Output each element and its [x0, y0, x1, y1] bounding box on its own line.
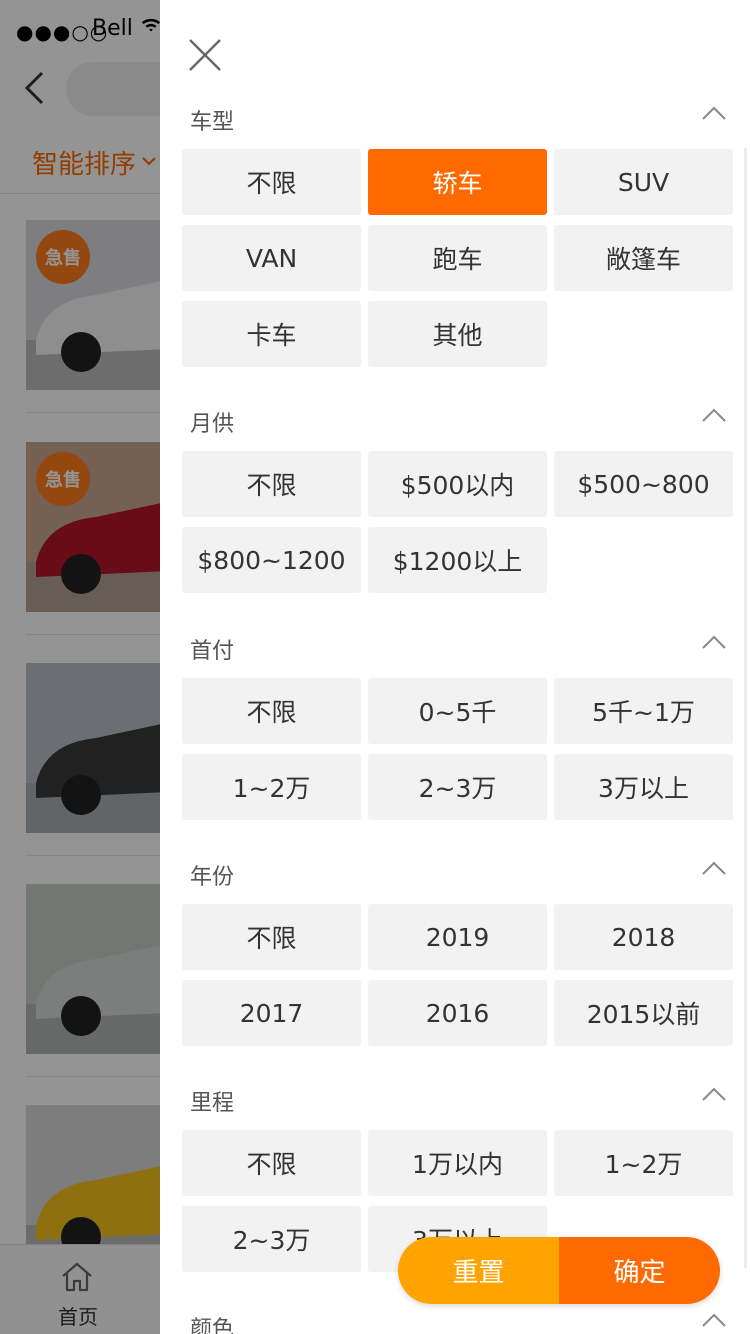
chevron-up-icon[interactable]: [702, 861, 726, 875]
filter-option[interactable]: 2017: [182, 980, 361, 1046]
filter-option[interactable]: $800~1200: [182, 527, 361, 593]
chevron-up-icon[interactable]: [702, 106, 726, 120]
filter-option[interactable]: 1~2万: [182, 754, 361, 820]
filter-option[interactable]: 卡车: [182, 301, 361, 367]
filter-option[interactable]: 敞篷车: [554, 225, 733, 291]
filter-actions: 重置 确定: [398, 1237, 720, 1304]
filter-option[interactable]: 不限: [182, 1130, 361, 1196]
filter-section-title: 首付: [190, 639, 235, 664]
reset-button[interactable]: 重置: [398, 1237, 559, 1304]
chevron-up-icon[interactable]: [702, 635, 726, 649]
filter-option[interactable]: 0~5千: [368, 678, 547, 744]
filter-section-title: 里程: [190, 1091, 235, 1116]
filter-option[interactable]: 3万以上: [554, 754, 733, 820]
filter-section-title: 年份: [190, 865, 235, 890]
filter-option[interactable]: 轿车: [368, 149, 547, 215]
filter-option[interactable]: 不限: [182, 149, 361, 215]
filter-option[interactable]: 2018: [554, 904, 733, 970]
confirm-button[interactable]: 确定: [559, 1237, 720, 1304]
filter-option[interactable]: SUV: [554, 149, 733, 215]
filter-option[interactable]: 1万以内: [368, 1130, 547, 1196]
chevron-up-icon[interactable]: [702, 408, 726, 422]
filter-option[interactable]: 跑车: [368, 225, 547, 291]
filter-option[interactable]: 其他: [368, 301, 547, 367]
filter-option[interactable]: 2~3万: [368, 754, 547, 820]
close-icon[interactable]: [188, 38, 222, 72]
filter-option[interactable]: 2015以前: [554, 980, 733, 1046]
chevron-up-icon[interactable]: [702, 1313, 726, 1327]
scrollbar[interactable]: [744, 148, 747, 1268]
filter-option[interactable]: VAN: [182, 225, 361, 291]
filter-option[interactable]: 2~3万: [182, 1206, 361, 1272]
filter-option[interactable]: 不限: [182, 451, 361, 517]
filter-option[interactable]: 不限: [182, 678, 361, 744]
filter-option[interactable]: $500以内: [368, 451, 547, 517]
filter-option[interactable]: 不限: [182, 904, 361, 970]
filter-option[interactable]: 1~2万: [554, 1130, 733, 1196]
filter-section-title: 颜色: [190, 1317, 235, 1334]
filter-option[interactable]: $500~800: [554, 451, 733, 517]
filter-section-title: 车型: [190, 110, 235, 135]
filter-section-title: 月供: [190, 412, 235, 437]
filter-option[interactable]: 2019: [368, 904, 547, 970]
chevron-up-icon[interactable]: [702, 1087, 726, 1101]
filter-option[interactable]: 2016: [368, 980, 547, 1046]
filter-option[interactable]: $1200以上: [368, 527, 547, 593]
filter-drawer: 车型 不限 轿车 SUV VAN 跑车 敞篷车 卡车 其他 月供 不限 $500以内 $500~800 $…: [160, 0, 750, 1334]
filter-option[interactable]: 5千~1万: [554, 678, 733, 744]
